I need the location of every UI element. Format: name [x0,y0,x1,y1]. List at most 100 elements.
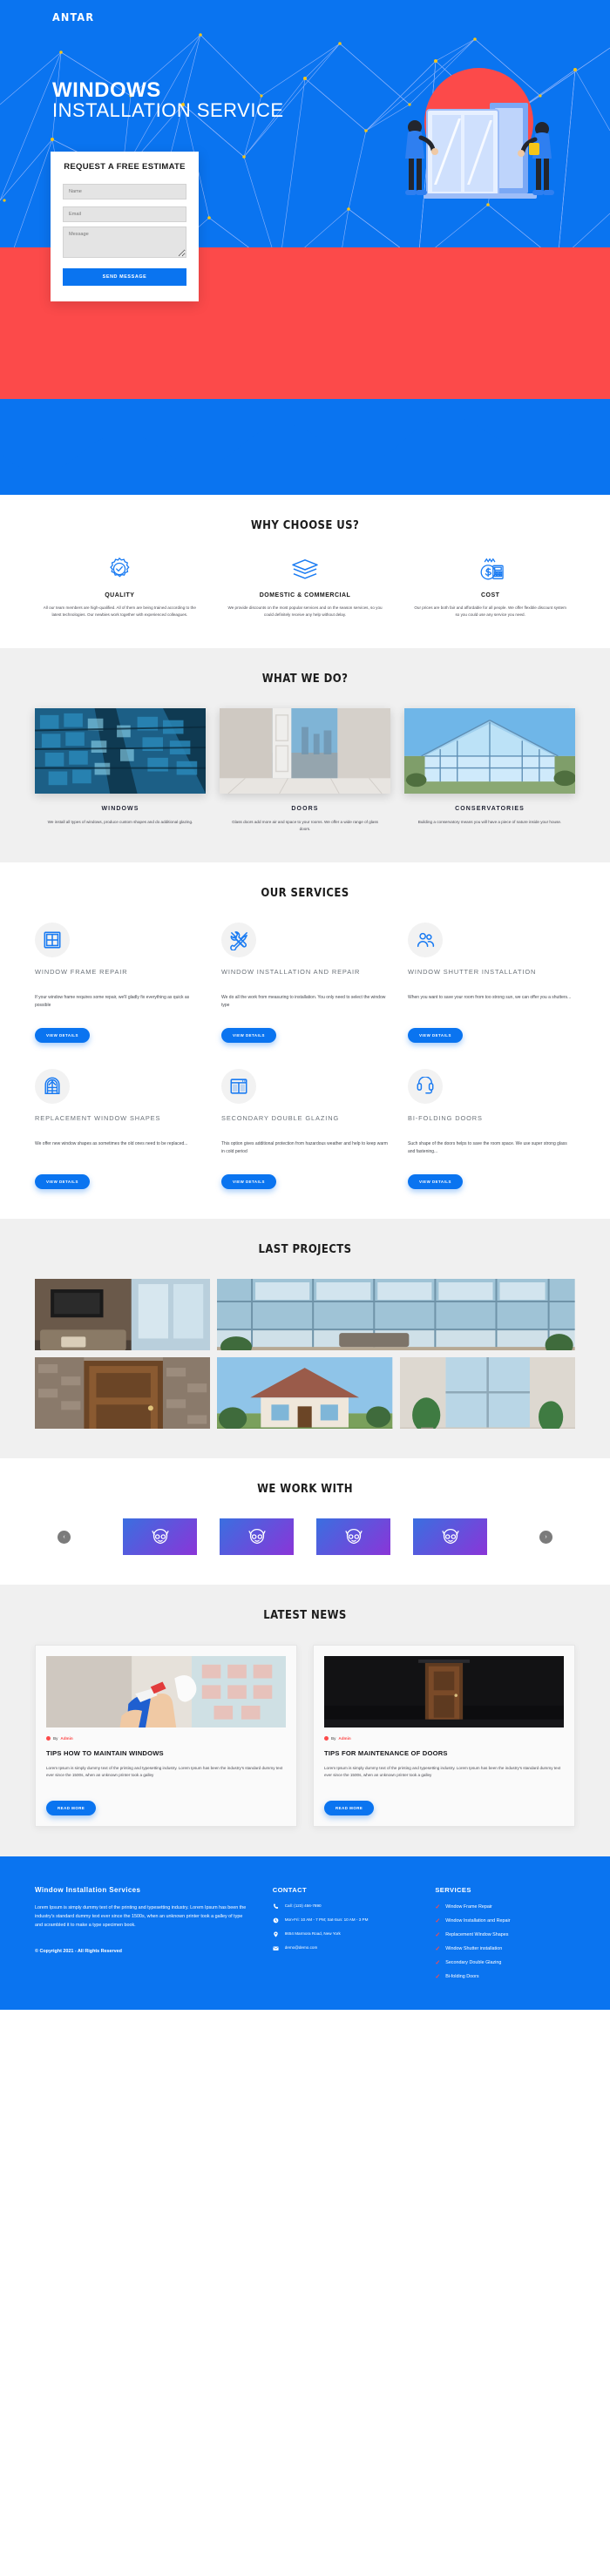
email-input[interactable] [63,206,186,222]
partner-logo[interactable] [220,1518,294,1556]
contact-address: 8654 Marmora Road, New York [273,1931,413,1937]
partner-logo[interactable] [413,1518,487,1556]
name-input[interactable] [63,184,186,199]
service-text: We do all the work from measuring to ins… [221,995,386,1008]
services-title: OUR SERVICES [261,887,349,901]
project-thumbnail[interactable] [217,1279,575,1351]
why-choose-us-section: WHY CHOOSE US? QUALITY All our team memb… [0,495,610,648]
footer-service-link[interactable]: ✓ Window Frame Repair [435,1903,575,1910]
service-card: WINDOW SHUTTER INSTALLATION When you wan… [408,923,575,1044]
check-icon: ✓ [435,1960,441,1967]
footer-service-link[interactable]: ✓ Window Installation and Repair [435,1917,575,1924]
services-section: OUR SERVICES WINDOW FRAME REPAIR If your… [0,862,610,1219]
glass-atrium-interior-photo [217,1279,575,1351]
service-card: SECONDARY DOUBLE GLAZING This option giv… [221,1069,389,1190]
news-heading[interactable]: TIPS FOR MAINTENANCE OF DOORS [324,1749,564,1757]
view-details-button[interactable]: VIEW DETAILS [35,1028,90,1044]
footer-about-column: Window Installation Services Lorem Ipsum… [35,1886,250,1987]
what-we-do-text: Glass doors add more air and space to yo… [232,820,378,832]
news-author[interactable]: Admin [60,1736,72,1741]
cleaning-window-photo [46,1656,286,1728]
double-glazing-icon [221,1069,256,1105]
project-thumbnail[interactable] [35,1357,211,1430]
view-details-button[interactable]: VIEW DETAILS [408,1028,463,1044]
phone-icon [273,1903,280,1910]
project-thumbnail[interactable] [217,1357,393,1430]
what-we-do-item: CONSERVATORIES Building a conservatory m… [404,708,575,833]
owl-mascot-logo [151,1529,169,1545]
bright-room-with-plant-photo [399,1357,575,1430]
check-icon: ✓ [435,1918,441,1925]
view-details-button[interactable]: VIEW DETAILS [35,1174,90,1190]
footer-service-link[interactable]: ✓ Secondary Double Glazing [435,1959,575,1966]
footer-service-link[interactable]: ✓ Window Shutter installation [435,1945,575,1952]
news-heading[interactable]: TIPS HOW TO MAINTAIN WINDOWS [46,1749,286,1757]
view-details-button[interactable]: VIEW DETAILS [221,1174,276,1190]
dark-room-wooden-door-photo [324,1656,564,1728]
news-author[interactable]: Admin [338,1736,350,1741]
window-grid-icon [35,923,70,958]
footer-service-label: Window Shutter installation [445,1946,503,1952]
contact-email-text: demo@demo.com [284,1945,318,1951]
service-heading: REPLACEMENT WINDOW SHAPES [35,1114,161,1123]
suburban-house-photo [217,1357,393,1430]
check-icon: ✓ [435,1974,441,1981]
modern-living-room-photo [35,1279,211,1351]
read-more-button[interactable]: READ MORE [46,1801,97,1816]
project-thumbnail[interactable] [399,1357,575,1430]
footer-about-heading: Window Installation Services [35,1886,141,1895]
check-icon: ✓ [435,1946,441,1953]
arched-window-icon [35,1069,70,1105]
footer-service-label: Window Installation and Repair [445,1918,511,1924]
service-heading: WINDOW FRAME REPAIR [35,968,128,977]
shutter-people-icon [408,923,443,958]
wooden-front-door-photo [35,1357,211,1430]
why-item-heading: COST [480,592,500,598]
view-details-button[interactable]: VIEW DETAILS [408,1174,463,1190]
hero-section: ANTAR WINDOWS INSTALLATION SERVICE REQUE… [0,0,610,423]
owl-mascot-logo [441,1529,459,1545]
contact-address-text: 8654 Marmora Road, New York [284,1931,341,1937]
service-text: This option gives additional protection … [221,1141,388,1154]
news-card: By Admin TIPS HOW TO MAINTAIN WINDOWS Lo… [35,1645,297,1828]
view-details-button[interactable]: VIEW DETAILS [221,1028,276,1044]
contact-phone[interactable]: Call: (123) 456-7890 [273,1903,413,1910]
site-logo[interactable]: ANTAR [52,10,94,24]
why-item-text: We provide discounts on the most popular… [227,605,383,618]
owl-mascot-logo [344,1529,363,1545]
footer-service-label: Window Frame Repair [445,1904,492,1910]
partner-logo[interactable] [316,1518,390,1556]
news-by-prefix: By [53,1736,58,1741]
partners-next-button[interactable]: › [539,1530,552,1544]
service-text: Such shape of the doors helps to save th… [408,1141,567,1154]
send-message-button[interactable]: SEND MESSAGE [63,268,186,286]
contact-hours-text: Mon-Fri: 10 AM - 7 PM; Sat-Sun: 10 AM - … [284,1917,369,1923]
project-thumbnail[interactable] [35,1279,211,1351]
partner-logo[interactable] [123,1518,197,1556]
partners-prev-button[interactable]: ‹ [58,1530,71,1544]
why-item: COST Our prices are both fair and afford… [405,555,575,619]
footer-service-label: Secondary Double Glazing [445,1960,502,1966]
author-dot-icon [324,1736,329,1741]
footer-service-link[interactable]: ✓ Replacement Window Shapes [435,1931,575,1938]
read-more-button[interactable]: READ MORE [324,1801,375,1816]
footer-service-link[interactable]: ✓ Bi-folding Doors [435,1973,575,1980]
news-text: Lorem Ipsum is simply dummy text of the … [324,1766,561,1778]
why-item-heading: DOMESTIC & COMMERCIAL [259,592,351,598]
estimate-form-card: REQUEST A FREE ESTIMATE SEND MESSAGE [51,152,199,301]
check-icon: ✓ [435,1932,441,1939]
message-textarea[interactable] [63,226,186,258]
author-dot-icon [46,1736,51,1741]
site-footer: Window Installation Services Lorem Ipsum… [0,1856,610,2011]
news-text: Lorem Ipsum is simply dummy text of the … [46,1766,283,1778]
partners-section: WE WORK WITH ‹ › [0,1458,610,1585]
contact-email[interactable]: demo@demo.com [273,1945,413,1951]
money-calculator-icon [405,555,575,585]
what-we-do-heading: DOORS [291,806,319,813]
footer-services-column: SERVICES ✓ Window Frame Repair ✓ Window … [435,1886,575,1987]
tools-wrench-screwdriver-icon [221,923,256,958]
partners-title: WE WORK WITH [257,1483,353,1497]
what-we-do-heading: CONSERVATORIES [455,806,525,813]
what-we-do-heading: WINDOWS [101,806,139,813]
wave-shape [0,399,610,473]
